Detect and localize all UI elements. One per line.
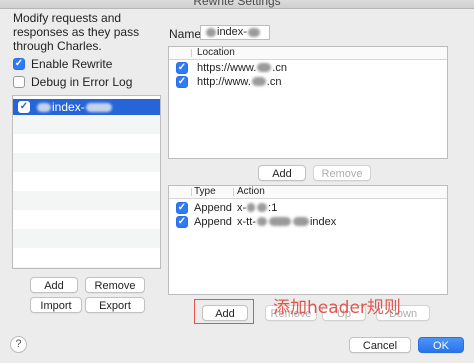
rule-action-cell: x-:1 <box>237 201 278 214</box>
redacted-blur <box>268 217 291 227</box>
cancel-button[interactable]: Cancel <box>349 337 411 353</box>
redacted-blur <box>37 103 51 113</box>
location-column-header[interactable]: Location <box>197 47 235 59</box>
redacted-blur <box>257 63 272 73</box>
redacted-blur <box>247 27 260 37</box>
rule-action-cell: x-tt-index <box>237 215 337 228</box>
rule-type-cell: Append <box>194 201 232 214</box>
rewrite-settings-window: Rewrite Settings Modify requests and res… <box>0 0 474 363</box>
add-set-button[interactable]: Add <box>30 277 78 293</box>
rewrite-set-checkbox[interactable] <box>18 101 30 113</box>
debug-error-log-label: Debug in Error Log <box>31 75 133 89</box>
column-divider <box>191 188 192 196</box>
add-location-button[interactable]: Add <box>258 165 306 181</box>
location-cell: http://www. .cn <box>197 75 282 88</box>
redacted-blur <box>256 217 267 227</box>
annotation-text: 添加header规则 <box>273 298 401 318</box>
location-row[interactable]: http://www..cn <box>169 74 447 89</box>
remove-set-button[interactable]: Remove <box>85 277 145 293</box>
enable-rewrite-label: Enable Rewrite <box>31 57 113 71</box>
rule-type-cell: Append <box>194 215 232 228</box>
enable-rewrite-row[interactable]: Enable Rewrite <box>13 57 112 71</box>
rule-row[interactable]: Append x-tt-index <box>169 214 447 229</box>
rule-row[interactable]: Append x-:1 <box>169 200 447 215</box>
window-title: Rewrite Settings <box>193 0 281 8</box>
description-text: Modify requests and responses as they pa… <box>13 11 140 53</box>
column-divider <box>191 49 192 57</box>
name-field[interactable]: index- <box>200 25 270 40</box>
locations-table[interactable]: Location https://www..cn http://www..cn <box>168 46 448 159</box>
rewrite-set-label: index- <box>36 100 113 114</box>
redacted-blur <box>206 27 216 37</box>
rule-row-checkbox[interactable] <box>176 215 188 228</box>
redacted-blur <box>247 203 256 213</box>
rules-table-header: Type Action <box>169 186 447 199</box>
import-button[interactable]: Import <box>30 297 82 313</box>
redacted-blur <box>251 77 266 87</box>
annotation-highlight-box <box>194 299 254 324</box>
enable-rewrite-checkbox[interactable] <box>13 58 25 70</box>
remove-location-button[interactable]: Remove <box>313 165 371 181</box>
rewrite-sets-list[interactable]: index- <box>12 95 161 269</box>
redacted-blur <box>257 203 268 213</box>
action-column-header[interactable]: Action <box>237 186 265 198</box>
debug-error-log-row[interactable]: Debug in Error Log <box>13 75 132 89</box>
debug-error-log-checkbox[interactable] <box>13 76 25 88</box>
rule-row-checkbox[interactable] <box>176 201 188 214</box>
column-divider <box>233 188 234 196</box>
title-bar[interactable]: Rewrite Settings <box>0 0 474 9</box>
rewrite-set-item[interactable]: index- <box>13 99 160 115</box>
help-button[interactable]: ? <box>10 336 27 353</box>
location-cell: https://www. .cn <box>197 61 287 74</box>
export-button[interactable]: Export <box>85 297 145 313</box>
ok-button[interactable]: OK <box>418 337 464 353</box>
type-column-header[interactable]: Type <box>194 186 216 198</box>
locations-table-header: Location <box>169 47 447 60</box>
rules-table[interactable]: Type Action Append x-:1 Append x-tt-inde… <box>168 185 448 295</box>
redacted-blur <box>85 103 112 113</box>
location-row[interactable]: https://www..cn <box>169 60 447 75</box>
location-row-checkbox[interactable] <box>176 61 188 74</box>
redacted-blur <box>292 217 309 227</box>
location-row-checkbox[interactable] <box>176 75 188 88</box>
